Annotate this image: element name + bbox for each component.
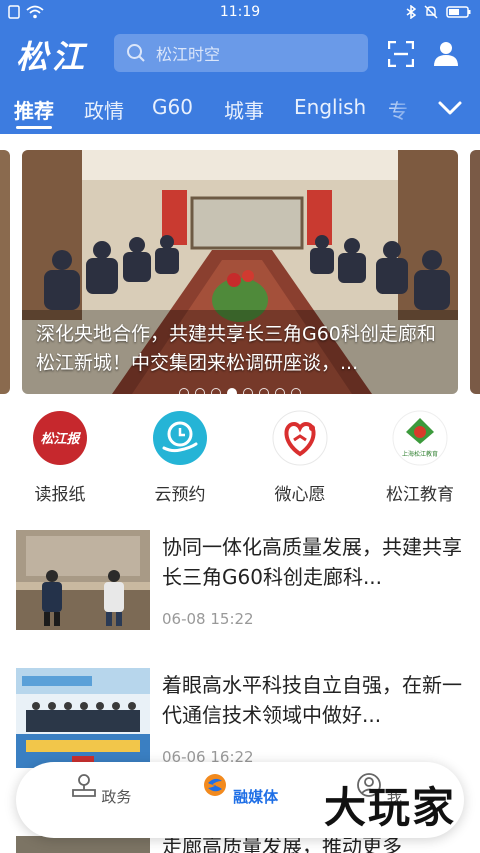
main-feed: 深化央地合作，共建共享长三角G60科创走廊和松江新城！中交集团来松调研座谈，..… — [0, 134, 480, 853]
status-bar: 11:19 — [0, 0, 480, 26]
search-bar[interactable]: 松江时空 — [114, 34, 368, 72]
search-placeholder: 松江时空 — [156, 45, 221, 64]
tab-english[interactable]: English — [294, 95, 366, 119]
banner-prev-peek[interactable] — [0, 150, 10, 394]
news-title: 协同一体化高质量发展，共建共享长三角G60科创走廊科... — [162, 535, 462, 589]
micro-wish-heart-icon — [272, 410, 328, 466]
nav-government[interactable]: 政务 — [56, 772, 146, 807]
scan-icon[interactable] — [388, 41, 414, 67]
app-logo: 松江 — [16, 38, 89, 76]
nav-media[interactable]: 融媒体 — [195, 772, 285, 807]
tab-g60[interactable]: G60 — [152, 95, 193, 119]
news-thumbnail — [16, 530, 150, 630]
carousel-dot — [179, 388, 189, 394]
banner-caption: 深化央地合作，共建共享长三角G60科创走廊和松江新城！中交集团来松调研座谈，..… — [36, 323, 436, 374]
shortcut-education[interactable]: 上海松江教育 松江教育 — [360, 410, 480, 505]
tab-recommend[interactable]: 推荐 — [14, 95, 54, 124]
tab-politics[interactable]: 政情 — [84, 95, 124, 124]
media-icon — [203, 774, 226, 796]
bluetooth-icon — [406, 5, 416, 19]
news-thumbnail[interactable] — [16, 836, 150, 853]
shortcut-label: 云预约 — [154, 485, 206, 505]
carousel-dot — [195, 388, 205, 394]
news-item[interactable]: 协同一体化高质量发展，共建共享长三角G60科创走廊科... 06-08 15:2… — [0, 530, 480, 640]
chevron-down-icon[interactable] — [436, 96, 464, 120]
nav-label: 融媒体 — [233, 788, 279, 806]
shortcut-label: 松江教育 — [386, 485, 454, 505]
svg-text:上海松江教育: 上海松江教育 — [402, 450, 438, 458]
tabs-fade — [382, 82, 422, 134]
carousel-dots — [22, 388, 458, 394]
battery-icon — [446, 6, 471, 18]
news-time: 06-08 15:22 — [162, 610, 254, 628]
channel-tabs: 推荐 政情 G60 城事 English 专 — [0, 82, 480, 134]
carousel-dot — [291, 388, 301, 394]
news-title: 着眼高水平科技自立自强，在新一代通信技术领域中做好... — [162, 673, 462, 727]
user-icon[interactable] — [432, 39, 460, 67]
tab-city[interactable]: 城事 — [224, 95, 264, 124]
shortcut-label: 读报纸 — [34, 485, 86, 505]
mute-bell-icon — [424, 5, 438, 19]
carousel-dot-active — [227, 388, 237, 394]
songjiang-newspaper-icon: 松江报 — [33, 411, 87, 465]
carousel-dot — [243, 388, 253, 394]
active-tab-indicator — [16, 126, 52, 129]
shortcut-appointment[interactable]: 云预约 — [120, 410, 240, 505]
news-thumbnail — [16, 668, 150, 768]
carousel-dot — [259, 388, 269, 394]
banner-next-peek[interactable] — [470, 150, 480, 394]
banner-carousel[interactable]: 深化央地合作，共建共享长三角G60科创走廊和松江新城！中交集团来松调研座谈，..… — [22, 150, 458, 394]
app-header: 松江 松江时空 — [0, 26, 480, 82]
quick-access: 松江报 读报纸 云预约 微心愿 上海松江教育 松江教育 — [0, 410, 480, 506]
carousel-dot — [211, 388, 221, 394]
watermark: 大玩家 — [324, 783, 457, 832]
government-affairs-icon — [71, 774, 96, 797]
songjiang-education-icon: 上海松江教育 — [392, 410, 448, 466]
search-icon — [127, 44, 145, 62]
cloud-appointment-icon — [153, 411, 207, 465]
svg-text:松江报: 松江报 — [40, 431, 81, 447]
carousel-dot — [275, 388, 285, 394]
shortcut-wish[interactable]: 微心愿 — [240, 410, 360, 505]
shortcut-newspaper[interactable]: 松江报 读报纸 — [0, 410, 120, 505]
shortcut-label: 微心愿 — [274, 485, 326, 505]
nav-label: 政务 — [101, 788, 132, 806]
